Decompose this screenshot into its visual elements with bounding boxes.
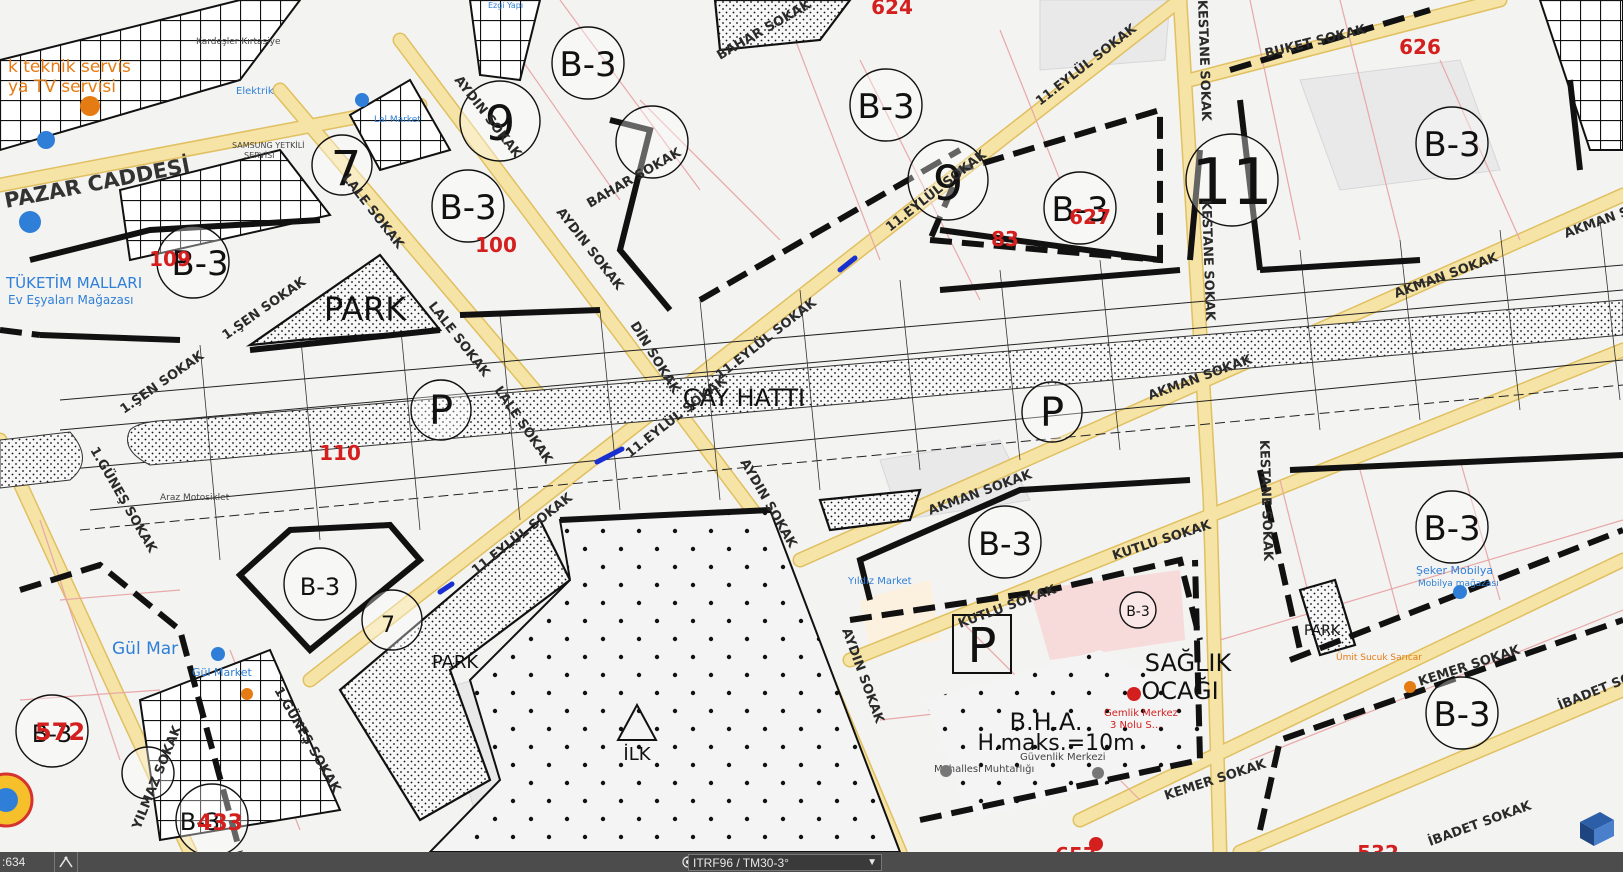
zone-b3: B-3 <box>1126 604 1150 620</box>
zone-parking: P <box>1040 390 1064 436</box>
parcel-number: 572 <box>35 718 85 746</box>
poi-label[interactable]: k teknik servis <box>8 57 131 77</box>
zoning-map[interactable]: B-3 B-3 B-3 B-3 B-3 B-3 B-3 B-3 B-3 B-3 … <box>0 0 1623 852</box>
poi-label[interactable]: Elektrik <box>236 86 274 97</box>
measure-tool-button[interactable] <box>55 852 78 872</box>
zone-b3: B-3 <box>857 87 914 127</box>
zone-b3: B-3 <box>1423 125 1480 165</box>
poi-label[interactable]: Ev Eşyaları Mağazası <box>8 293 133 307</box>
parcel-number: 627 <box>1069 205 1111 229</box>
poi-pin-icon[interactable] <box>211 647 225 661</box>
zone-b3: B-3 <box>1423 509 1480 549</box>
zone-park: PARK <box>432 652 480 673</box>
poi-pin-icon[interactable] <box>1453 585 1467 599</box>
parcel-number: 110 <box>319 441 361 465</box>
zone-b3: B-3 <box>439 188 496 228</box>
zone-parking: P <box>429 388 453 434</box>
chevron-down-icon: ▼ <box>867 857 877 868</box>
zone-saglik: SAĞLIK <box>1145 647 1233 677</box>
poi-label[interactable]: ya TV servisi <box>8 77 116 97</box>
poi-pin-icon[interactable] <box>1092 767 1104 779</box>
poi-pin-icon[interactable] <box>1404 681 1416 693</box>
poi-label[interactable]: 3 Nolu S... <box>1110 720 1161 731</box>
parcel-number: 624 <box>871 0 913 19</box>
poi-pin-icon[interactable] <box>940 765 952 777</box>
poi-label[interactable]: Şeker Mobilya <box>1416 564 1493 577</box>
coordinate-readout: :634 <box>0 852 55 872</box>
parcel-number: 626 <box>1399 35 1441 59</box>
crs-value: ITRF96 / TM30-3° <box>693 855 789 870</box>
poi-pin-icon[interactable] <box>1089 837 1103 851</box>
poi-label[interactable]: Gül Market <box>192 666 253 679</box>
poi-pin-icon[interactable] <box>37 131 55 149</box>
poi-pin-icon[interactable] <box>355 93 369 107</box>
parcel-number: 433 <box>197 811 243 836</box>
parcel-number: 532 <box>1357 841 1399 852</box>
poi-label[interactable]: TÜKETİM MALLARI <box>5 273 142 292</box>
poi-label[interactable]: Gül Mar <box>112 639 178 659</box>
parcel-number: 83 <box>991 227 1019 251</box>
poi-label[interactable]: Araz Motosiklet <box>160 493 230 503</box>
poi-label[interactable]: Ezgi Yapı <box>488 1 523 10</box>
status-bar: :634 ITRF96 / TM30-3° ▼ <box>0 852 1623 872</box>
poi-label[interactable]: Yıldız Market <box>847 576 912 587</box>
poi-pin-icon[interactable] <box>19 211 41 233</box>
zone-ilk: İLK <box>623 744 651 765</box>
poi-label[interactable]: Lal Market <box>374 115 421 125</box>
zone-b3: B-3 <box>978 525 1032 563</box>
zone-b3: B-3 <box>1433 695 1490 735</box>
zone-b3: B-3 <box>300 573 340 601</box>
poi-label[interactable]: SERVİSİ <box>244 150 275 160</box>
crs-select[interactable]: ITRF96 / TM30-3° ▼ <box>688 854 882 871</box>
poi-pin-icon[interactable] <box>80 96 100 116</box>
poi-pin-icon[interactable] <box>241 688 253 700</box>
poi-label[interactable]: SAMSUNG YETKİLİ <box>232 140 305 150</box>
poi-label[interactable]: Ümit Sucuk Sarıcar <box>1336 652 1422 663</box>
poi-label[interactable]: Gemlik Merkez <box>1104 708 1178 719</box>
poi-label[interactable]: Kardeşler Kırtasiye <box>196 37 281 47</box>
parcel-number: 100 <box>475 233 517 257</box>
zone-park: PARK <box>324 290 407 328</box>
zone-ocagi: OCAĞI <box>1141 675 1218 705</box>
poi-label[interactable]: Güvenlik Merkezi <box>1020 752 1106 763</box>
zone-park: PARK <box>1304 623 1341 639</box>
poi-pin-icon[interactable] <box>1127 687 1141 701</box>
zone-b3: B-3 <box>559 45 616 85</box>
measure-icon <box>59 856 73 868</box>
block-number: 7 <box>381 613 395 638</box>
parcel-number: 109 <box>149 247 191 271</box>
